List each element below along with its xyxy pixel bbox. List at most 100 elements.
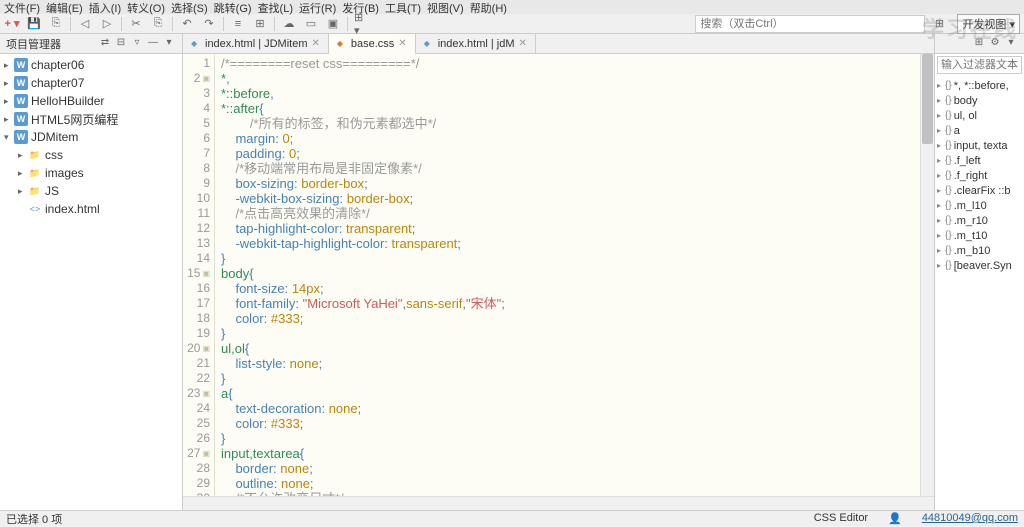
html-icon: <>	[28, 202, 42, 216]
code-editor[interactable]: /*========reset css=========*/*,*::befor…	[215, 54, 920, 496]
settings-icon[interactable]: ⚙	[988, 37, 1002, 51]
outline-item[interactable]: ▸{}.m_r10	[937, 213, 1022, 228]
devview-dropdown[interactable]: 开发视图 ▾	[957, 14, 1020, 34]
layout-icon[interactable]: ⊞	[931, 16, 947, 32]
outline-item[interactable]: ▸{}body	[937, 93, 1022, 108]
vertical-scrollbar[interactable]	[920, 54, 934, 496]
outline-item[interactable]: ▸{}*, *::before,	[937, 78, 1022, 93]
rule-icon: {}	[945, 170, 952, 181]
separator	[70, 17, 71, 31]
project-tree[interactable]: ▸Wchapter06▸Wchapter07▸WHelloHBuilder▸WH…	[0, 54, 182, 510]
outline-item[interactable]: ▸{}.f_right	[937, 168, 1022, 183]
link-icon[interactable]: ⇄	[98, 37, 112, 51]
separator	[274, 17, 275, 31]
tree-icon[interactable]: ⊞	[972, 37, 986, 51]
project-item[interactable]: ▸Wchapter07	[0, 74, 182, 92]
minimize-icon[interactable]: —	[146, 37, 160, 51]
format-button[interactable]: ⊞	[252, 16, 268, 32]
save-all-button[interactable]: ⎘	[48, 16, 64, 32]
search-input[interactable]	[695, 15, 925, 33]
close-icon[interactable]: ✕	[519, 38, 527, 49]
gutter: 12▣3456789101112131415▣1617181920▣212223…	[183, 54, 215, 496]
separator	[223, 17, 224, 31]
outline-item[interactable]: ▸{}a	[937, 123, 1022, 138]
scrollbar-thumb[interactable]	[922, 54, 933, 144]
outline-item[interactable]: ▸{}.m_l10	[937, 198, 1022, 213]
collapse-icon[interactable]: ⊟	[114, 37, 128, 51]
phone-button[interactable]: ▭	[303, 16, 319, 32]
project-explorer: 项目管理器 ⇄ ⊟ ▿ — ▾ ▸Wchapter06▸Wchapter07▸W…	[0, 34, 183, 510]
grid-button[interactable]: ⊞ ▾	[354, 16, 370, 32]
html-icon: ◆	[424, 39, 434, 49]
tree-child[interactable]: ▸📁JS	[0, 182, 182, 200]
cut-button[interactable]: ✂	[128, 16, 144, 32]
outline-item[interactable]: ▸{}.f_left	[937, 153, 1022, 168]
menu-item[interactable]: 文件(F)	[4, 0, 40, 14]
align-button[interactable]: ≡	[230, 16, 246, 32]
rule-icon: {}	[945, 125, 952, 136]
copy-button[interactable]: ⎘	[150, 16, 166, 32]
editor-tabs: ◆index.html | JDMitem✕◆base.css✕◆index.h…	[183, 34, 934, 54]
outline-filter-input[interactable]	[937, 56, 1022, 74]
project-icon: W	[14, 130, 28, 144]
project-icon: W	[14, 112, 28, 126]
close-icon[interactable]: ✕	[398, 38, 406, 49]
back-button[interactable]: ◁	[77, 16, 93, 32]
menu-item[interactable]: 转义(O)	[127, 0, 165, 14]
outline-item[interactable]: ▸{}input, texta	[937, 138, 1022, 153]
cloud-button[interactable]: ☁	[281, 16, 297, 32]
menu-item[interactable]: 视图(V)	[427, 0, 464, 14]
separator	[172, 17, 173, 31]
menubar: 文件(F) 编辑(E) 插入(I) 转义(O) 选择(S) 跳转(G) 查找(L) 运行(R)…	[0, 0, 1024, 14]
separator	[121, 17, 122, 31]
editor-tab[interactable]: ◆base.css✕	[329, 34, 416, 54]
project-item[interactable]: ▸Wchapter06	[0, 56, 182, 74]
menu-item[interactable]: 帮助(H)	[470, 0, 507, 14]
project-item[interactable]: ▸WHTML5网页编程	[0, 110, 182, 128]
editor-tab[interactable]: ◆index.html | JDMitem✕	[183, 34, 329, 53]
outline-item[interactable]: ▸{}.clearFix ::b	[937, 183, 1022, 198]
status-editor-type: CSS Editor	[814, 512, 868, 525]
horizontal-scrollbar[interactable]	[183, 496, 934, 510]
menu-item[interactable]: 查找(L)	[258, 0, 293, 14]
status-email-link[interactable]: 44810049@qq.com	[922, 512, 1018, 525]
menu-item[interactable]: 工具(T)	[385, 0, 421, 14]
tree-child[interactable]: <>index.html	[0, 200, 182, 218]
close-icon[interactable]: ✕	[312, 38, 320, 49]
menu-item[interactable]: 跳转(G)	[214, 0, 252, 14]
project-item[interactable]: ▸WHelloHBuilder	[0, 92, 182, 110]
project-item[interactable]: ▾WJDMitem	[0, 128, 182, 146]
rule-icon: {}	[945, 185, 952, 196]
css-icon: ◆	[337, 39, 347, 49]
separator	[347, 17, 348, 31]
filter-icon[interactable]: ▿	[130, 37, 144, 51]
outline-item[interactable]: ▸{}.m_t10	[937, 228, 1022, 243]
outline-tree[interactable]: ▸{}*, *::before,▸{}body▸{}ul, ol▸{}a▸{}i…	[935, 76, 1024, 510]
menu-item[interactable]: 插入(I)	[89, 0, 121, 14]
undo-button[interactable]: ↶	[179, 16, 195, 32]
menu-item[interactable]: 选择(S)	[171, 0, 208, 14]
redo-button[interactable]: ↷	[201, 16, 217, 32]
tree-child[interactable]: ▸📁images	[0, 164, 182, 182]
new-dropdown-button[interactable]: + ▾	[4, 16, 20, 32]
folder-icon: 📁	[28, 184, 42, 198]
outline-panel: ⊞ ⚙ ▾ ▸{}*, *::before,▸{}body▸{}ul, ol▸{…	[934, 34, 1024, 510]
folder-icon: 📁	[28, 148, 42, 162]
editor-tab[interactable]: ◆index.html | jdM✕	[416, 34, 536, 53]
tree-child[interactable]: ▸📁css	[0, 146, 182, 164]
menu-item[interactable]: 运行(R)	[299, 0, 336, 14]
rule-icon: {}	[945, 110, 952, 121]
menu-item[interactable]: 编辑(E)	[46, 0, 83, 14]
outline-item[interactable]: ▸{}ul, ol	[937, 108, 1022, 123]
outline-item[interactable]: ▸{}.m_b10	[937, 243, 1022, 258]
save-button[interactable]: 💾	[26, 16, 42, 32]
menu-icon[interactable]: ▾	[162, 37, 176, 51]
forward-button[interactable]: ▷	[99, 16, 115, 32]
project-icon: W	[14, 94, 28, 108]
rule-icon: {}	[945, 215, 952, 226]
run-button[interactable]: ▣	[325, 16, 341, 32]
outline-item[interactable]: ▸{}[beaver.Syn	[937, 258, 1022, 273]
min-icon[interactable]: ▾	[1004, 37, 1018, 51]
status-account-icon: 👤	[888, 512, 902, 525]
project-icon: W	[14, 76, 28, 90]
